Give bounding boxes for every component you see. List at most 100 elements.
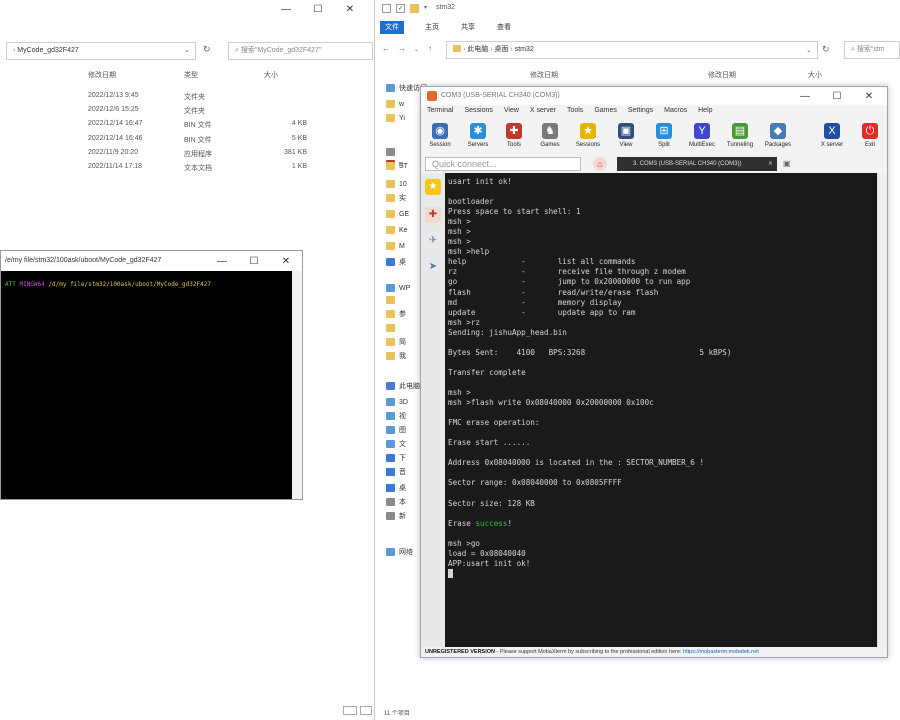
tab-view[interactable]: 查看 — [492, 21, 516, 34]
toolbar-button[interactable]: X X server — [813, 121, 851, 155]
nav-item[interactable]: 视 — [386, 410, 406, 422]
nav-item[interactable]: 我 — [386, 350, 406, 362]
table-row[interactable]: 2022/12/14 16:47 BIN 文件 4 KB — [0, 118, 375, 132]
mobaxterm-window[interactable]: COM3 (USB-SERIAL CH340 (COM3)) — ☐ ✕ Ter… — [420, 86, 888, 658]
nav-item[interactable]: WP — [386, 282, 410, 294]
close-button[interactable]: ✕ — [853, 87, 885, 105]
terminal-scrollbar[interactable] — [292, 271, 302, 499]
nav-item[interactable]: 文 — [386, 438, 406, 450]
menu-item[interactable]: Terminal — [427, 107, 453, 119]
home-icon[interactable]: ⌂ — [593, 157, 607, 171]
menu-item[interactable]: Games — [594, 107, 617, 119]
tab-com3[interactable]: 3. COM3 (USB-SERIAL CH340 (COM3)) ✕ — [617, 157, 777, 171]
nav-item[interactable]: 简 — [386, 336, 406, 348]
menu-item[interactable]: Sessions — [464, 107, 492, 119]
chevron-down-icon[interactable]: ⌄ — [806, 46, 812, 54]
maximize-button[interactable]: ☐ — [238, 252, 270, 270]
toolbar-button[interactable]: ✱ Servers — [459, 121, 497, 155]
tab-file[interactable]: 文件 — [380, 21, 404, 34]
nav-item[interactable]: 10 — [386, 178, 407, 190]
nav-item[interactable]: 桌 — [386, 256, 406, 268]
nav-item[interactable]: 此电脑 — [386, 380, 420, 392]
right-search-box[interactable]: ⌕ 搜索"stm — [844, 41, 900, 59]
nav-item[interactable]: 网络 — [386, 546, 413, 558]
table-row[interactable]: 2022/12/14 16:46 BIN 文件 5 KB — [0, 133, 375, 147]
quick-connect-input[interactable]: Quick connect... — [425, 157, 581, 171]
git-bash-terminal-window[interactable]: /e/my file/stm32/100ask/uboot/MyCode_gd3… — [0, 250, 303, 500]
nav-item[interactable]: 实 — [386, 192, 406, 204]
toolbar-button[interactable]: ▤ Tunneling — [721, 121, 759, 155]
toolbar-button[interactable]: ▣ View — [607, 121, 645, 155]
column-header-date[interactable]: 修改日期 — [88, 70, 116, 80]
nav-item[interactable]: ST — [386, 160, 408, 172]
checkbox-icon[interactable]: ✓ — [396, 4, 405, 13]
left-search-box[interactable]: ⌕ 搜索"MyCode_gd32F427" — [228, 42, 373, 60]
nav-item[interactable]: 桌 — [386, 482, 406, 494]
recent-dropdown-icon[interactable]: ⌄ — [414, 46, 419, 53]
close-button[interactable]: ✕ — [334, 0, 366, 18]
toolbar-button[interactable]: ◆ Packages — [759, 121, 797, 155]
menu-item[interactable]: Help — [698, 107, 712, 119]
maximize-button[interactable]: ☐ — [302, 0, 334, 18]
nav-item[interactable] — [386, 294, 399, 306]
table-row[interactable]: 2022/11/14 17:18 文本文档 1 KB — [0, 161, 375, 175]
table-row[interactable]: 2022/11/9 20:20 应用程序 381 KB — [0, 147, 375, 161]
tab-home[interactable]: 主页 — [420, 21, 444, 34]
left-address-bar[interactable]: › MyCode_gd32F427 — [6, 42, 196, 60]
nav-item[interactable]: w — [386, 98, 404, 110]
nav-item[interactable] — [386, 322, 399, 334]
forward-arrow-icon[interactable]: → — [398, 44, 406, 53]
maximize-button[interactable]: ☐ — [821, 87, 853, 105]
table-row[interactable]: 2022/12/6 15:25 文件夹 — [0, 104, 375, 118]
up-arrow-icon[interactable]: ↑ — [428, 44, 432, 53]
nav-item[interactable]: 新 — [386, 510, 406, 522]
table-row[interactable]: 2022/12/13 9:45 文件夹 — [0, 90, 375, 104]
subscribe-link[interactable]: https://mobaxterm.mobatek.net — [683, 649, 759, 655]
toolbar-button[interactable]: ⊞ Split — [645, 121, 683, 155]
toolbar-button[interactable]: ♞ Games — [531, 121, 569, 155]
minimize-button[interactable]: — — [206, 252, 238, 270]
menu-item[interactable]: Tools — [567, 107, 583, 119]
menu-item[interactable]: X server — [530, 107, 556, 119]
nav-item[interactable]: 参 — [386, 308, 406, 320]
back-arrow-icon[interactable]: ← — [382, 44, 390, 53]
minimize-button[interactable]: — — [270, 0, 302, 18]
column-header-size[interactable]: 大小 — [264, 70, 278, 80]
new-tab-icon[interactable]: ▣ — [783, 159, 791, 168]
refresh-icon[interactable]: ↻ — [203, 44, 211, 55]
thumbnail-view-icon[interactable] — [360, 706, 372, 715]
nav-item[interactable]: GE — [386, 208, 409, 220]
console-scrollbar[interactable] — [877, 173, 887, 647]
right-address-bar[interactable]: › 此电脑 › 桌面 › stm32 — [446, 41, 818, 59]
terminal-console[interactable]: usart init ok! bootloader Press space to s… — [445, 173, 877, 647]
minimize-button[interactable]: — — [789, 87, 821, 105]
refresh-icon[interactable]: ↻ — [822, 44, 830, 55]
column-header-type[interactable]: 类型 — [184, 70, 198, 80]
toolbar-button[interactable]: ★ Sessions — [569, 121, 607, 155]
menu-item[interactable]: View — [504, 107, 519, 119]
nav-item[interactable]: 图 — [386, 424, 406, 436]
toolbar-button[interactable]: ⏻ Exit — [851, 121, 889, 155]
close-button[interactable]: ✕ — [270, 252, 302, 270]
tools-icon[interactable]: ✚ — [425, 207, 441, 223]
nav-item[interactable]: M — [386, 240, 405, 252]
macro-icon[interactable]: ✈ — [425, 233, 441, 249]
close-icon[interactable]: ✕ — [768, 157, 773, 171]
toolbar-button[interactable]: Y MultiExec — [683, 121, 721, 155]
nav-item[interactable]: 音 — [386, 466, 406, 478]
column-header-date[interactable]: 修改日期 — [708, 70, 736, 80]
menu-item[interactable]: Macros — [664, 107, 687, 119]
send-icon[interactable]: ➤ — [425, 259, 441, 275]
nav-item[interactable]: Yi — [386, 112, 405, 124]
chevron-down-icon[interactable]: ⌄ — [184, 46, 190, 54]
toolbar-button[interactable]: ◉ Session — [421, 121, 459, 155]
nav-item[interactable]: 3D — [386, 396, 408, 408]
breadcrumb-stm32[interactable]: stm32 — [515, 46, 534, 53]
nav-item[interactable]: 下 — [386, 452, 406, 464]
breadcrumb-desktop[interactable]: 桌面 — [494, 46, 508, 53]
nav-item[interactable]: 本 — [386, 496, 406, 508]
details-view-icon[interactable] — [343, 706, 357, 715]
tab-share[interactable]: 共享 — [456, 21, 480, 34]
breadcrumb-this-pc[interactable]: 此电脑 — [467, 46, 488, 53]
toolbar-button[interactable]: ✚ Tools — [495, 121, 533, 155]
